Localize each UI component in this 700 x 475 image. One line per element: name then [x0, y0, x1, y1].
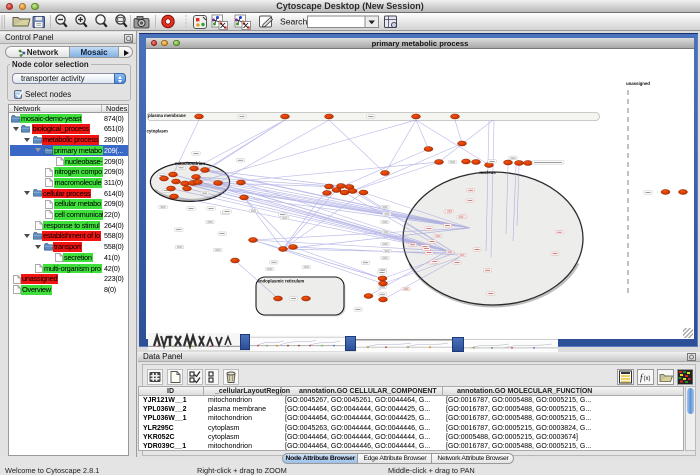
svg-text:Search:: Search:	[280, 17, 310, 27]
svg-text:cytoplasm: cytoplasm	[147, 128, 168, 133]
svg-text:mitochondrion: mitochondrion	[175, 161, 205, 166]
svg-text:unassigned: unassigned	[626, 81, 650, 86]
svg-text:endoplasmic reticulum: endoplasmic reticulum	[258, 278, 305, 283]
svg-text:nucleus: nucleus	[479, 170, 496, 175]
svg-text:plasma membrane: plasma membrane	[148, 113, 186, 118]
svg-text:(x): (x)	[644, 376, 651, 382]
